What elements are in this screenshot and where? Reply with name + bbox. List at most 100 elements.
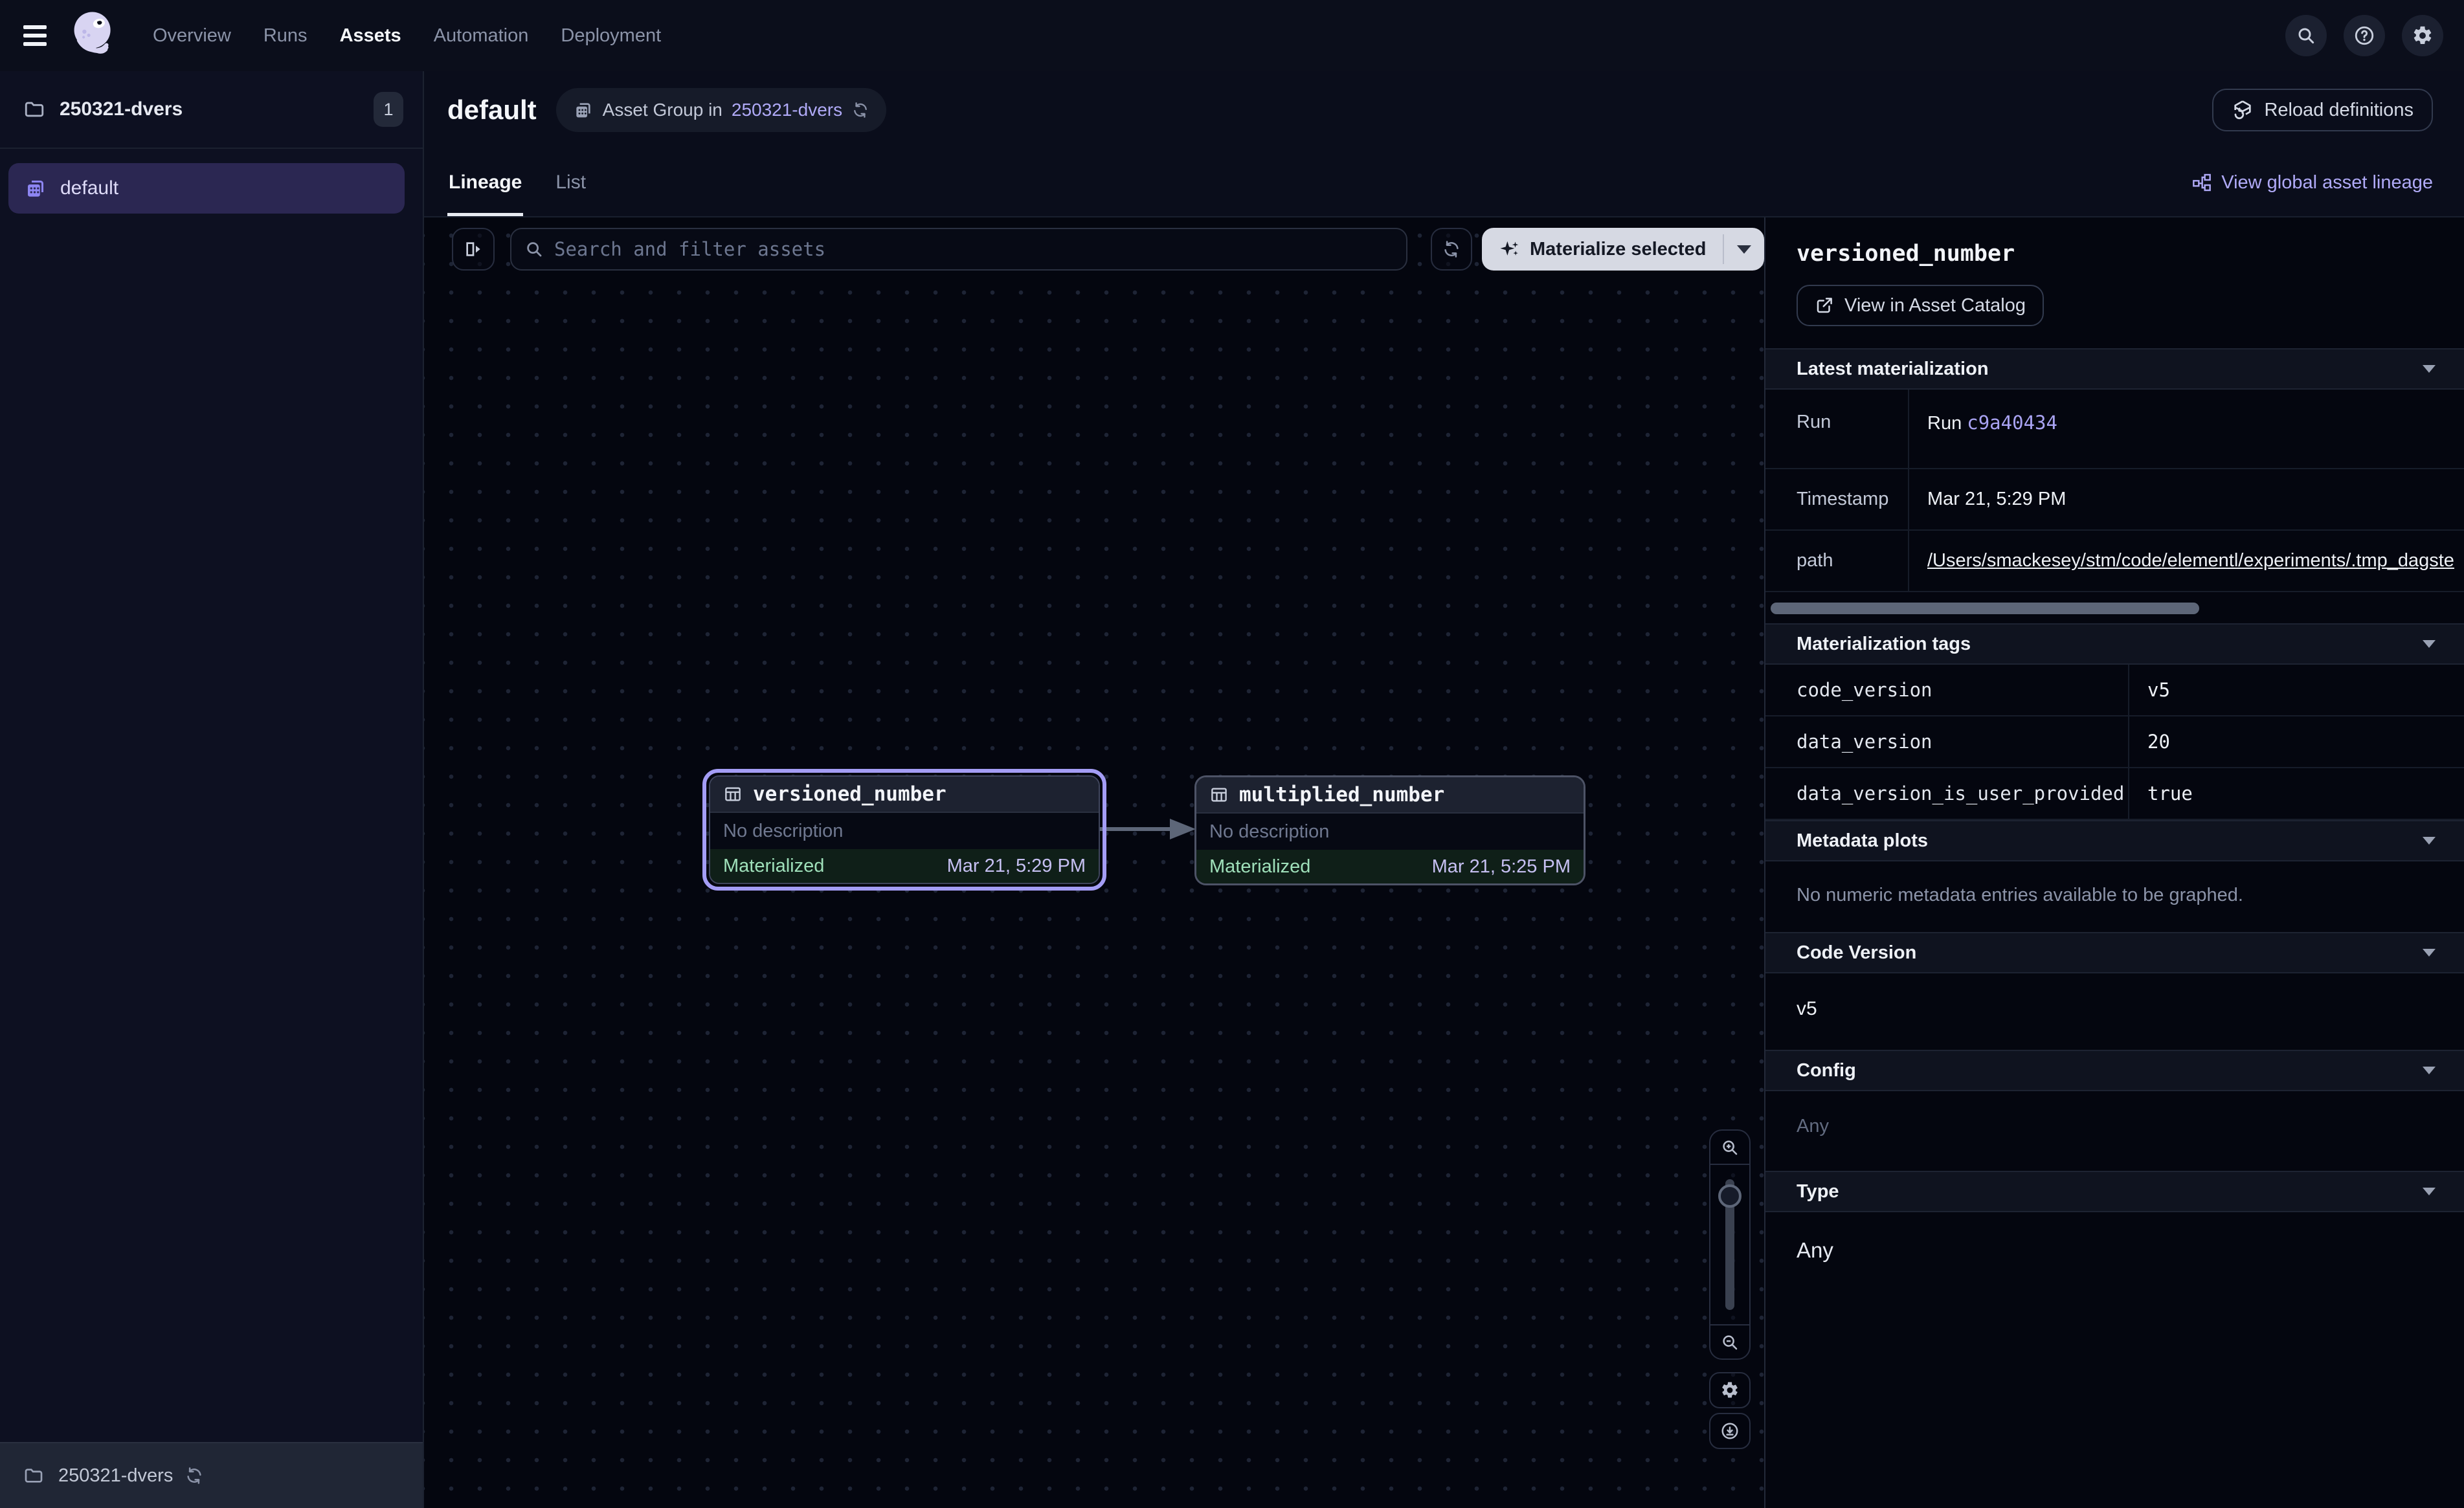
- lineage-canvas[interactable]: Materialize selected versioned_number No…: [424, 217, 1764, 1508]
- zoom-slider[interactable]: [1710, 1165, 1749, 1324]
- zoom-in-button[interactable]: [1710, 1131, 1749, 1165]
- sidebar-item-label: default: [60, 177, 118, 199]
- footer-code-location-label: 250321-dvers: [58, 1465, 173, 1487]
- asset-node-name: versioned_number: [753, 782, 946, 806]
- nav-item-automation[interactable]: Automation: [434, 25, 529, 47]
- primary-nav: Overview Runs Assets Automation Deployme…: [153, 25, 661, 47]
- view-in-asset-catalog-button[interactable]: View in Asset Catalog: [1797, 285, 2044, 326]
- section-title: Metadata plots: [1797, 830, 1928, 852]
- sync-icon[interactable]: [851, 101, 869, 119]
- chevron-down-icon: [2423, 949, 2436, 957]
- asset-node-versioned-number[interactable]: versioned_number No description Material…: [709, 775, 1100, 884]
- refresh-graph-button[interactable]: [1431, 228, 1472, 271]
- nav-item-runs[interactable]: Runs: [263, 25, 308, 47]
- horizontal-scrollbar[interactable]: [1771, 603, 2199, 614]
- download-graph-button[interactable]: [1709, 1413, 1751, 1449]
- help-button[interactable]: [2344, 15, 2385, 56]
- lineage-edge-arrow: [1097, 813, 1200, 845]
- search-button[interactable]: [2285, 15, 2327, 56]
- graph-settings-button[interactable]: [1709, 1372, 1751, 1408]
- type-value: Any: [1765, 1212, 2464, 1292]
- row-value: Mar 21, 5:29 PM: [1909, 469, 2464, 529]
- tag-value: 20: [2129, 716, 2464, 767]
- asset-node-status-bar: Materialized Mar 21, 5:25 PM: [1196, 850, 1584, 883]
- section-type[interactable]: Type: [1765, 1171, 2464, 1212]
- asset-status-badge: Materialized: [1209, 856, 1310, 878]
- path-link[interactable]: /Users/smackesey/stm/code/elementl/exper…: [1927, 550, 2454, 571]
- badge-code-location-link[interactable]: 250321-dvers: [732, 100, 842, 120]
- sync-icon: [1442, 239, 1461, 259]
- section-latest-materialization[interactable]: Latest materialization: [1765, 348, 2464, 390]
- sidebar-footer: 250321-dvers: [0, 1442, 423, 1508]
- zoom-out-button[interactable]: [1710, 1324, 1749, 1358]
- section-materialization-tags[interactable]: Materialization tags: [1765, 623, 2464, 665]
- zoom-in-icon: [1720, 1138, 1740, 1157]
- tab-lineage[interactable]: Lineage: [447, 149, 523, 216]
- row-label: Run: [1765, 390, 1909, 468]
- row-value: /Users/smackesey/stm/code/elementl/exper…: [1909, 531, 2464, 591]
- table-icon: [723, 784, 743, 804]
- materialize-selected-button[interactable]: Materialize selected: [1482, 228, 1764, 271]
- asset-node-name: multiplied_number: [1239, 783, 1444, 806]
- section-title: Materialization tags: [1797, 634, 1971, 655]
- sidebar-item-default[interactable]: default: [8, 163, 405, 214]
- nav-item-deployment[interactable]: Deployment: [561, 25, 661, 47]
- hamburger-menu-icon[interactable]: [13, 13, 58, 58]
- section-metadata-plots[interactable]: Metadata plots: [1765, 820, 2464, 861]
- dagster-logo-icon[interactable]: [66, 5, 122, 67]
- zoom-controls: [1709, 1129, 1751, 1360]
- run-prefix: Run: [1927, 413, 1962, 434]
- tag-row: code_version v5: [1765, 665, 2464, 716]
- materialize-dropdown-button[interactable]: [1724, 228, 1764, 271]
- tag-key: data_version: [1765, 716, 2129, 767]
- tab-list[interactable]: List: [554, 149, 587, 216]
- asset-search-box[interactable]: [510, 228, 1407, 271]
- view-global-asset-lineage-label: View global asset lineage: [2221, 172, 2433, 194]
- zoom-slider-handle[interactable]: [1718, 1184, 1742, 1208]
- asset-group-icon: [573, 100, 594, 120]
- nav-item-assets[interactable]: Assets: [340, 25, 401, 47]
- chevron-down-icon: [2423, 1067, 2436, 1074]
- expand-panel-button[interactable]: [452, 228, 495, 271]
- tag-row: data_version 20: [1765, 716, 2464, 768]
- table-row: Timestamp Mar 21, 5:29 PM: [1765, 469, 2464, 531]
- chevron-down-icon: [2423, 1188, 2436, 1195]
- download-icon: [1720, 1421, 1740, 1441]
- section-config[interactable]: Config: [1765, 1050, 2464, 1091]
- asset-node-multiplied-number[interactable]: multiplied_number No description Materia…: [1194, 775, 1585, 885]
- sync-icon[interactable]: [185, 1466, 204, 1485]
- asset-details-title: versioned_number: [1797, 241, 2436, 267]
- code-version-value: v5: [1765, 973, 2464, 1050]
- gear-icon: [1720, 1380, 1740, 1400]
- badge-prefix-text: Asset Group in: [603, 100, 722, 120]
- materialize-selected-label: Materialize selected: [1530, 239, 1706, 260]
- search-input[interactable]: [554, 238, 1393, 260]
- table-icon: [1209, 785, 1229, 804]
- tag-value: v5: [2129, 665, 2464, 715]
- asset-node-selected-ring: versioned_number No description Material…: [702, 769, 1106, 891]
- view-global-asset-lineage-link[interactable]: View global asset lineage: [2191, 172, 2433, 194]
- sidebar-group-row[interactable]: 250321-dvers 1: [0, 71, 423, 149]
- folder-icon: [23, 98, 45, 120]
- asset-status-badge: Materialized: [723, 856, 824, 877]
- asset-materialization-time: Mar 21, 5:25 PM: [1432, 856, 1571, 878]
- table-row: Run Run c9a40434: [1765, 390, 2464, 469]
- nav-item-overview[interactable]: Overview: [153, 25, 231, 47]
- search-icon: [524, 239, 544, 259]
- reload-definitions-icon: [2232, 99, 2254, 121]
- asset-group-badge[interactable]: Asset Group in 250321-dvers: [556, 88, 886, 132]
- expand-panel-icon: [463, 239, 484, 260]
- view-in-asset-catalog-label: View in Asset Catalog: [1844, 295, 2026, 316]
- section-code-version[interactable]: Code Version: [1765, 932, 2464, 973]
- sidebar-group-label: 250321-dvers: [60, 98, 183, 120]
- run-id-link[interactable]: c9a40434: [1967, 412, 2057, 434]
- reload-definitions-button[interactable]: Reload definitions: [2212, 89, 2433, 131]
- zoom-out-icon: [1720, 1333, 1740, 1352]
- section-title: Type: [1797, 1181, 1839, 1203]
- sidebar-group-count-badge: 1: [374, 92, 403, 127]
- chevron-down-icon: [2423, 837, 2436, 845]
- settings-button[interactable]: [2402, 15, 2443, 56]
- gear-icon: [2412, 25, 2434, 47]
- section-title: Code Version: [1797, 942, 1916, 964]
- table-row: path /Users/smackesey/stm/code/elementl/…: [1765, 531, 2464, 592]
